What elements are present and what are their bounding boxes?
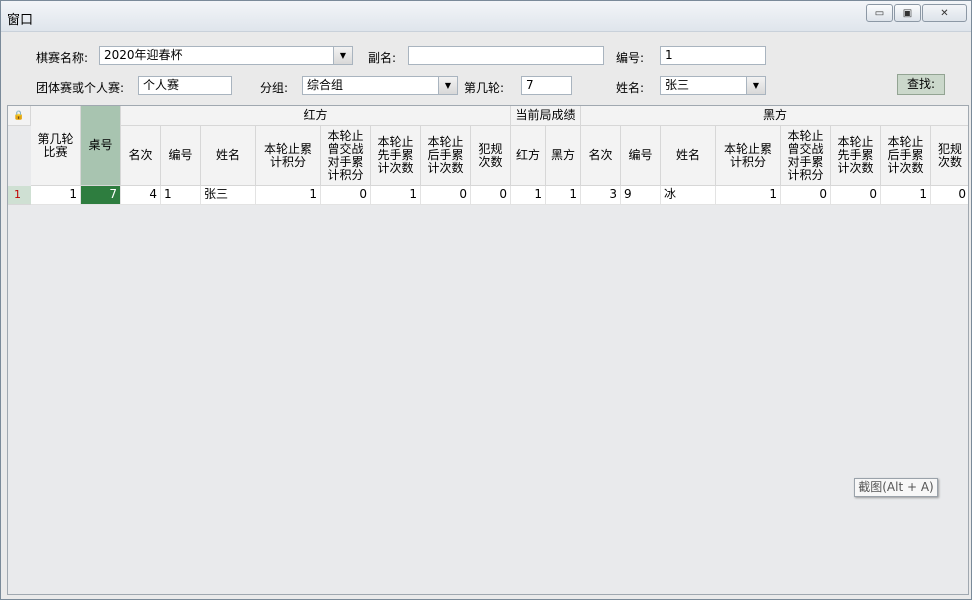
- type-label: 团体赛或个人赛:: [36, 81, 125, 95]
- cell-blk-second[interactable]: 1: [881, 186, 931, 205]
- cell-red-foul[interactable]: 0: [471, 186, 511, 205]
- cell-red-opp[interactable]: 0: [321, 186, 371, 205]
- group-header-red: 红方: [121, 106, 511, 126]
- chevron-down-icon[interactable]: ▼: [333, 47, 352, 64]
- col-header-blk-total[interactable]: 本轮止累计积分: [716, 126, 781, 186]
- cell-blk-foul[interactable]: 0: [931, 186, 968, 205]
- col-header-cur-red[interactable]: 红方: [511, 126, 546, 186]
- col-header-red-rank[interactable]: 名次: [121, 126, 161, 186]
- row-header[interactable]: 1: [8, 186, 31, 205]
- type-input[interactable]: 个人赛: [138, 76, 232, 95]
- cell-red-first[interactable]: 1: [371, 186, 421, 205]
- cell-cur-red[interactable]: 1: [511, 186, 546, 205]
- maximize-icon: ▣: [902, 7, 913, 19]
- group-combo[interactable]: 综合组 ▼: [302, 76, 458, 95]
- name-label: 姓名:: [616, 81, 645, 95]
- col-header-blk-second-text: 本轮止后手累计次数: [887, 135, 924, 175]
- col-header-blk-foul-text: 犯规次数: [937, 141, 962, 169]
- col-header-blk-no[interactable]: 编号: [621, 126, 661, 186]
- event-name-value: 2020年迎春杯: [104, 48, 183, 62]
- col-header-blk-name[interactable]: 姓名: [661, 126, 716, 186]
- group-label: 分组:: [260, 81, 289, 95]
- number-label: 编号:: [616, 51, 645, 65]
- col-header-red-foul-text: 犯规次数: [478, 141, 503, 169]
- cell-red-name[interactable]: 张三: [201, 186, 256, 205]
- filter-form: 棋赛名称: 2020年迎春杯 ▼ 副名: 编号: 1 团体赛或个人赛: 个人赛 …: [1, 31, 971, 105]
- results-grid[interactable]: 🔒 红方 当前局成绩 黑方 第几轮比赛 桌号 名次 编号 姓名 本轮止累计积分 …: [7, 105, 969, 595]
- col-header-red-first[interactable]: 本轮止先手累计次数: [371, 126, 421, 186]
- col-header-red-opp[interactable]: 本轮止曾交战对手累计积分: [321, 126, 371, 186]
- maximize-button[interactable]: ▣: [894, 4, 921, 22]
- col-header-blk-foul[interactable]: 犯规次数: [931, 126, 968, 186]
- close-button[interactable]: ✕: [922, 4, 967, 22]
- group-header-black: 黑方: [581, 106, 968, 126]
- search-button[interactable]: 查找:: [897, 74, 945, 95]
- cell-blk-total[interactable]: 1: [716, 186, 781, 205]
- col-header-red-foul[interactable]: 犯规次数: [471, 126, 511, 186]
- col-header-blk-opp-text: 本轮止曾交战对手累计积分: [787, 128, 824, 182]
- col-header-round-text: 第几轮比赛: [37, 131, 74, 159]
- app-window: 窗口 ▭ ▣ ✕ 棋赛名称: 2020年迎春杯 ▼ 副名: 编号: 1 团体赛或…: [0, 0, 972, 600]
- minimize-icon: ▭: [874, 7, 885, 19]
- col-header-blk-second[interactable]: 本轮止后手累计次数: [881, 126, 931, 186]
- cell-red-total[interactable]: 1: [256, 186, 321, 205]
- col-header-red-first-text: 本轮止先手累计次数: [377, 135, 414, 175]
- cell-blk-rank[interactable]: 3: [581, 186, 621, 205]
- col-header-blk-total-text: 本轮止累计积分: [723, 141, 772, 169]
- col-header-red-opp-text: 本轮止曾交战对手累计积分: [327, 128, 364, 182]
- col-header-red-no[interactable]: 编号: [161, 126, 201, 186]
- round-input[interactable]: 7: [521, 76, 572, 95]
- close-icon: ✕: [940, 7, 949, 19]
- number-input[interactable]: 1: [660, 46, 766, 65]
- col-header-table[interactable]: 桌号: [81, 106, 121, 186]
- cell-red-second[interactable]: 0: [421, 186, 471, 205]
- col-header-red-name[interactable]: 姓名: [201, 126, 256, 186]
- screenshot-tooltip: 截图(Alt + A): [854, 478, 938, 497]
- lock-icon[interactable]: 🔒: [8, 106, 31, 126]
- col-header-round[interactable]: 第几轮比赛: [31, 106, 81, 186]
- minimize-button[interactable]: ▭: [866, 4, 893, 22]
- name-combo[interactable]: 张三 ▼: [660, 76, 766, 95]
- col-header-blk-first-text: 本轮止先手累计次数: [837, 135, 874, 175]
- round-label: 第几轮:: [464, 81, 505, 95]
- col-header-red-total[interactable]: 本轮止累计积分: [256, 126, 321, 186]
- col-header-red-second-text: 本轮止后手累计次数: [427, 135, 464, 175]
- event-name-label: 棋赛名称:: [36, 51, 89, 65]
- col-header-blk-first[interactable]: 本轮止先手累计次数: [831, 126, 881, 186]
- group-value: 综合组: [307, 78, 344, 92]
- subtitle-label: 副名:: [368, 51, 397, 65]
- col-header-blk-opp[interactable]: 本轮止曾交战对手累计积分: [781, 126, 831, 186]
- cell-blk-name[interactable]: 冰: [661, 186, 716, 205]
- window-controls: ▭ ▣ ✕: [865, 4, 967, 22]
- chevron-down-icon[interactable]: ▼: [438, 77, 457, 94]
- col-header-blk-rank[interactable]: 名次: [581, 126, 621, 186]
- group-header-current: 当前局成绩: [511, 106, 581, 126]
- cell-blk-first[interactable]: 0: [831, 186, 881, 205]
- cell-table[interactable]: 7: [81, 186, 121, 205]
- col-header-cur-black[interactable]: 黑方: [546, 126, 581, 186]
- subtitle-input[interactable]: [408, 46, 604, 65]
- name-value: 张三: [665, 78, 690, 92]
- cell-red-no[interactable]: 1: [161, 186, 201, 205]
- cell-cur-black[interactable]: 1: [546, 186, 581, 205]
- cell-blk-opp[interactable]: 0: [781, 186, 831, 205]
- cell-blk-no[interactable]: 9: [621, 186, 661, 205]
- window-title: 窗口: [7, 13, 34, 28]
- cell-red-rank[interactable]: 4: [121, 186, 161, 205]
- col-header-red-total-text: 本轮止累计积分: [263, 141, 312, 169]
- cell-round[interactable]: 1: [31, 186, 81, 205]
- event-name-combo[interactable]: 2020年迎春杯 ▼: [99, 46, 353, 65]
- col-header-red-second[interactable]: 本轮止后手累计次数: [421, 126, 471, 186]
- chevron-down-icon[interactable]: ▼: [746, 77, 765, 94]
- title-bar[interactable]: 窗口 ▭ ▣ ✕: [1, 1, 971, 32]
